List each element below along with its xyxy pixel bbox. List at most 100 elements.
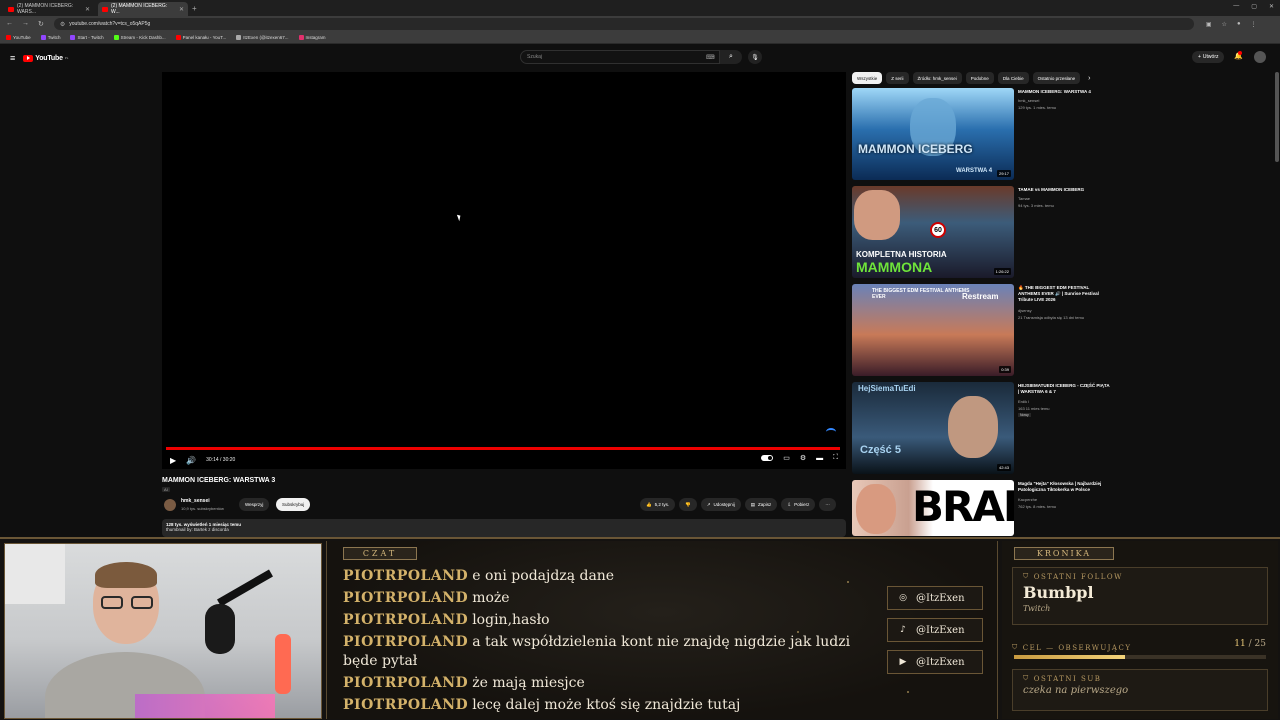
chip-source[interactable]: Źródło: hmk_sensei bbox=[912, 72, 962, 84]
rec-title[interactable]: MAMMON ICEBERG: WARSTWA 4 bbox=[1018, 89, 1110, 95]
address-bar-row: ← → ↻ ⚙ youtube.com/watch?v=tcs_o5qAP5g … bbox=[0, 16, 1280, 32]
glasses-left bbox=[101, 596, 123, 609]
video-thumbnail[interactable]: MAMMON ICEBERG WARSTWA 4 29:17 bbox=[852, 88, 1014, 180]
rec-title[interactable]: Magda "Hejta" Kłosowska | Najbardziej Pa… bbox=[1018, 481, 1110, 493]
hamburger-menu-icon[interactable]: ≡ bbox=[10, 53, 15, 63]
bookmark-icon bbox=[236, 35, 242, 40]
chevron-right-icon[interactable]: › bbox=[1088, 75, 1090, 82]
recommendation-item[interactable]: MAMMON ICEBERG WARSTWA 4 29:17 MAMMON IC… bbox=[852, 88, 1272, 182]
bookmark-item[interactable]: Panel kanału - YouT... bbox=[175, 35, 226, 40]
youtube-play-icon bbox=[23, 54, 34, 62]
channel-name[interactable]: hmk_sensei bbox=[181, 498, 210, 504]
chip-recent[interactable]: Ostatnio przesłane bbox=[1032, 72, 1081, 84]
notifications-bell-icon[interactable]: 🔔 bbox=[1234, 51, 1243, 60]
rec-channel[interactable]: Erdik I bbox=[1018, 399, 1029, 404]
site-info-icon[interactable]: ⚙ bbox=[60, 21, 65, 28]
download-button[interactable]: ⇩ Pobierz bbox=[781, 498, 816, 511]
thumbnail-text: BRAK bbox=[912, 482, 1014, 531]
chip-series[interactable]: Z serii bbox=[886, 72, 909, 84]
recommendation-item[interactable]: 60 KOMPLETNA HISTORIA MAMMONA 1:26:22 TA… bbox=[852, 186, 1272, 280]
support-button[interactable]: Wesprzyj bbox=[239, 498, 270, 511]
rec-title[interactable]: TAMAE vs MAMMON ICEBERG bbox=[1018, 187, 1110, 193]
speed-sign-icon: 60 bbox=[930, 222, 946, 238]
settings-gear-icon[interactable]: ⚙ bbox=[800, 454, 806, 462]
video-thumbnail[interactable]: THE BIGGEST EDM FESTIVAL ANTHEMS EVER Re… bbox=[852, 284, 1014, 376]
maximize-icon[interactable]: ▢ bbox=[1251, 3, 1257, 10]
dislike-button[interactable]: 👎 bbox=[679, 498, 697, 511]
autoplay-toggle[interactable] bbox=[761, 455, 774, 461]
youtube-logo[interactable]: YouTube PL bbox=[23, 54, 68, 62]
play-icon[interactable]: ▶ bbox=[170, 456, 176, 465]
video-thumbnail[interactable]: 60 KOMPLETNA HISTORIA MAMMONA 1:26:22 bbox=[852, 186, 1014, 278]
voice-search-button[interactable]: 🎙 bbox=[748, 50, 762, 64]
more-actions-button[interactable]: ⋯ bbox=[819, 498, 836, 511]
browser-tab[interactable]: (2) MAMMON ICEBERG: WARS... ✕ bbox=[4, 2, 94, 16]
subtitles-icon[interactable]: ▭ bbox=[783, 454, 790, 462]
rec-channel[interactable]: hmk_sensei bbox=[1018, 98, 1039, 103]
search-button[interactable]: ⌕ bbox=[720, 50, 742, 64]
close-window-icon[interactable]: ✕ bbox=[1269, 3, 1274, 10]
sparkle bbox=[907, 691, 909, 693]
channel-avatar[interactable] bbox=[164, 499, 176, 511]
rec-title[interactable]: 🔥 THE BIGGEST EDM FESTIVAL ANTHEMS EVER … bbox=[1018, 285, 1110, 303]
glasses-right bbox=[131, 596, 153, 609]
reload-icon[interactable]: ↻ bbox=[38, 20, 44, 28]
back-icon[interactable]: ← bbox=[6, 20, 13, 28]
chip-all[interactable]: Wszystkie bbox=[852, 72, 883, 84]
fullscreen-icon[interactable]: ⛶ bbox=[833, 454, 838, 462]
download-icon: ⇩ bbox=[787, 501, 792, 507]
rec-meta: 129 tys. 1 mies. temu bbox=[1018, 105, 1057, 110]
subscribe-button[interactable]: Subskrybuj bbox=[276, 498, 311, 511]
browser-tab-active[interactable]: (2) MAMMON ICEBERG: W... ✕ bbox=[98, 2, 188, 16]
close-tab-icon[interactable]: ✕ bbox=[179, 6, 184, 13]
video-thumbnail[interactable]: BRAK bbox=[852, 480, 1014, 536]
rec-channel[interactable]: djsensy bbox=[1018, 308, 1032, 313]
bookmark-star-icon[interactable]: ☆ bbox=[1222, 21, 1227, 28]
url-field[interactable]: ⚙ youtube.com/watch?v=tcs_o5qAP5g bbox=[53, 18, 1194, 30]
create-button[interactable]: + Utwórz bbox=[1192, 51, 1225, 63]
subscriber-count: 10,9 tys. subskrybentów bbox=[181, 506, 224, 511]
chat-username: PIOTRPOLAND bbox=[343, 697, 469, 713]
menu-dots-icon[interactable]: ⋮ bbox=[1251, 21, 1257, 28]
goal-label-row: ⛉ CEL — OBSERWUJĄCY bbox=[1012, 639, 1268, 652]
recommendation-item[interactable]: HejSiemaTuEdi Część 5 42:43 HEJSIEMATUED… bbox=[852, 382, 1272, 476]
bookmark-item[interactable]: ItzExen (@itzexen67... bbox=[236, 35, 289, 40]
page-scrollbar[interactable] bbox=[1275, 72, 1279, 162]
new-badge: Nowy bbox=[1018, 413, 1031, 417]
bookmark-item[interactable]: Stream - Kick Dashb... bbox=[113, 35, 166, 40]
video-player[interactable]: ▶ 🔊 30:14 / 30:20 ▭ ⚙ ▬ ⛶ bbox=[162, 72, 846, 469]
rec-channel[interactable]: Tamae bbox=[1018, 196, 1030, 201]
thumbnail-subtext: MAMMONA bbox=[856, 259, 933, 275]
bookmark-item[interactable]: Instagram bbox=[298, 35, 326, 40]
keyboard-icon[interactable]: ⌨ bbox=[706, 54, 715, 61]
recommendation-item[interactable]: THE BIGGEST EDM FESTIVAL ANTHEMS EVER Re… bbox=[852, 284, 1272, 378]
rec-title[interactable]: HEJSIEMATUEDI ICEBERG - CZĘŚĆ PIĄTA | WA… bbox=[1018, 383, 1110, 395]
theater-mode-icon[interactable]: ▬ bbox=[816, 455, 823, 462]
save-button[interactable]: ▤ Zapisz bbox=[744, 498, 778, 511]
description-box[interactable]: 128 tys. wyświetleń 1 miesiąc temu thumb… bbox=[162, 519, 846, 537]
chip-related[interactable]: Podobne bbox=[965, 72, 994, 84]
chat-messages: PIOTRPOLAND e oni podajdzą dane PIOTRPOLA… bbox=[343, 567, 883, 718]
progress-bar[interactable] bbox=[166, 447, 840, 450]
new-tab-icon[interactable]: + bbox=[192, 4, 197, 13]
search-input[interactable]: Szukaj bbox=[520, 50, 720, 64]
volume-icon[interactable]: 🔊 bbox=[186, 456, 196, 465]
chip-for-you[interactable]: Dla Ciebie bbox=[997, 72, 1029, 84]
bookmark-icon bbox=[6, 35, 11, 40]
browser-toolbar-icons: ▣ ☆ ● ⋮ bbox=[1206, 21, 1257, 28]
rec-channel[interactable]: Kacperzhe bbox=[1018, 497, 1037, 502]
account-avatar[interactable] bbox=[1254, 51, 1266, 63]
forward-icon[interactable]: → bbox=[22, 20, 29, 28]
sparkle bbox=[847, 581, 849, 583]
minimize-icon[interactable]: — bbox=[1233, 3, 1239, 10]
bookmark-item[interactable]: YouTube bbox=[6, 35, 31, 40]
profile-icon[interactable]: ● bbox=[1237, 21, 1241, 28]
recommendation-item[interactable]: BRAK Magda "Hejta" Kłosowska | Najbardzi… bbox=[852, 480, 1272, 536]
bookmark-item[interactable]: Start - Twitch bbox=[70, 35, 104, 40]
share-button[interactable]: ↗ Udostępnij bbox=[700, 498, 741, 511]
bookmark-item[interactable]: Twitch bbox=[40, 35, 60, 40]
video-thumbnail[interactable]: HejSiemaTuEdi Część 5 42:43 bbox=[852, 382, 1014, 474]
close-tab-icon[interactable]: ✕ bbox=[85, 6, 90, 13]
like-button[interactable]: 👍 5,2 tys. bbox=[640, 498, 676, 511]
extension-icon[interactable]: ▣ bbox=[1206, 21, 1212, 28]
